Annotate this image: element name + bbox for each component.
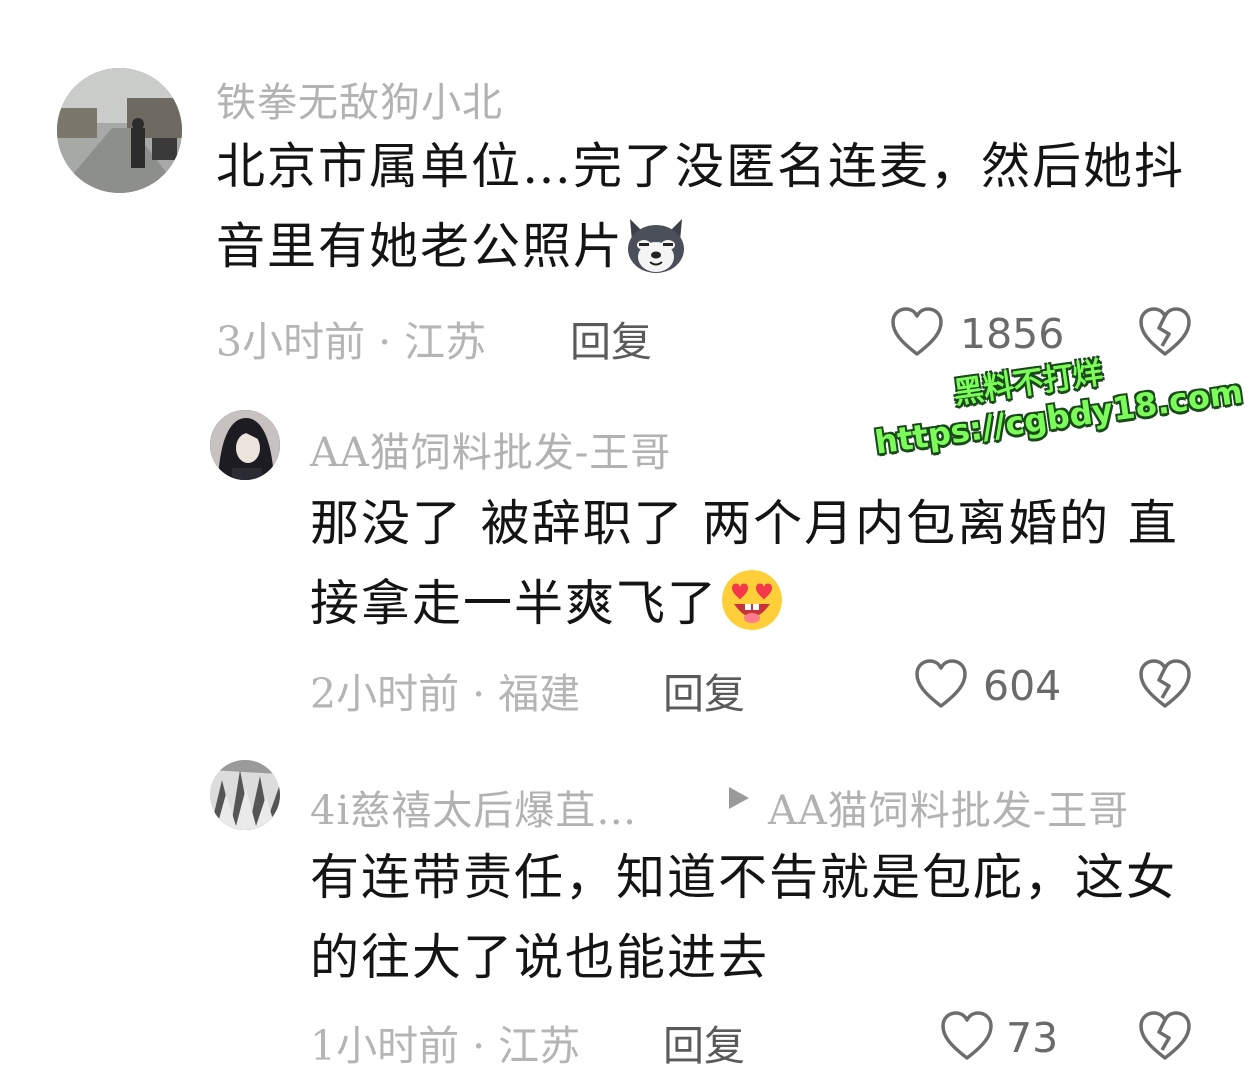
username[interactable]: 4i慈禧太后爆苴… [310, 778, 637, 836]
dog-face-emoji-icon [624, 215, 688, 299]
heart-icon[interactable] [890, 306, 944, 362]
heart-icon[interactable] [940, 1010, 994, 1066]
comment-text: 有连带责任，知道不告就是包庇，这女 的往大了说也能进去 [310, 838, 1240, 998]
avatar-photo [210, 760, 280, 830]
comment-text: 北京市属单位…完了没匿名连麦，然后她抖 音里有她老公照片 [216, 127, 1236, 299]
comment-text-line2: 接拿走一半爽飞了 [310, 564, 1240, 656]
comment-text-line1: 北京市属单位…完了没匿名连麦，然后她抖 [216, 138, 1186, 195]
play-arrow-icon [727, 785, 751, 815]
comment-text-line2-text: 音里有她老公照片 [216, 218, 625, 275]
comment-meta: 3小时前 · 江苏 [216, 318, 487, 366]
heart-icon[interactable] [914, 658, 968, 714]
heart-eyes-emoji-icon [718, 566, 786, 656]
comment-text-line2-text: 接拿走一半爽飞了 [310, 575, 719, 632]
comment-text-line1: 那没了 被辞职了 两个月内包离婚的 直 [310, 495, 1179, 552]
comment-text: 那没了 被辞职了 两个月内包离婚的 直 接拿走一半爽飞了 [310, 484, 1240, 656]
avatar-photo [210, 410, 280, 480]
reply-button[interactable]: 回复 [570, 308, 652, 368]
avatar-photo [57, 68, 182, 193]
comment-meta: 1小时前 · 江苏 [310, 1022, 581, 1070]
like-count: 604 [983, 662, 1062, 710]
avatar[interactable] [210, 760, 280, 830]
comment-meta: 2小时前 · 福建 [310, 670, 581, 718]
comment-text-line2: 音里有她老公照片 [216, 207, 1236, 299]
like-count: 73 [1006, 1014, 1059, 1062]
reply-button[interactable]: 回复 [663, 660, 745, 720]
reply-to-username[interactable]: AA猫饲料批发-王哥 [768, 778, 1129, 836]
broken-heart-icon[interactable] [1138, 1010, 1192, 1066]
reply-button[interactable]: 回复 [663, 1012, 745, 1072]
username[interactable]: AA猫饲料批发-王哥 [310, 420, 671, 478]
comment-text-line1: 有连带责任，知道不告就是包庇，这女 [310, 849, 1178, 906]
comment-text-line2: 的往大了说也能进去 [310, 929, 770, 986]
avatar[interactable] [210, 410, 280, 480]
username[interactable]: 铁拳无敌狗小北 [216, 70, 503, 128]
avatar[interactable] [57, 68, 182, 193]
broken-heart-icon[interactable] [1138, 658, 1192, 714]
